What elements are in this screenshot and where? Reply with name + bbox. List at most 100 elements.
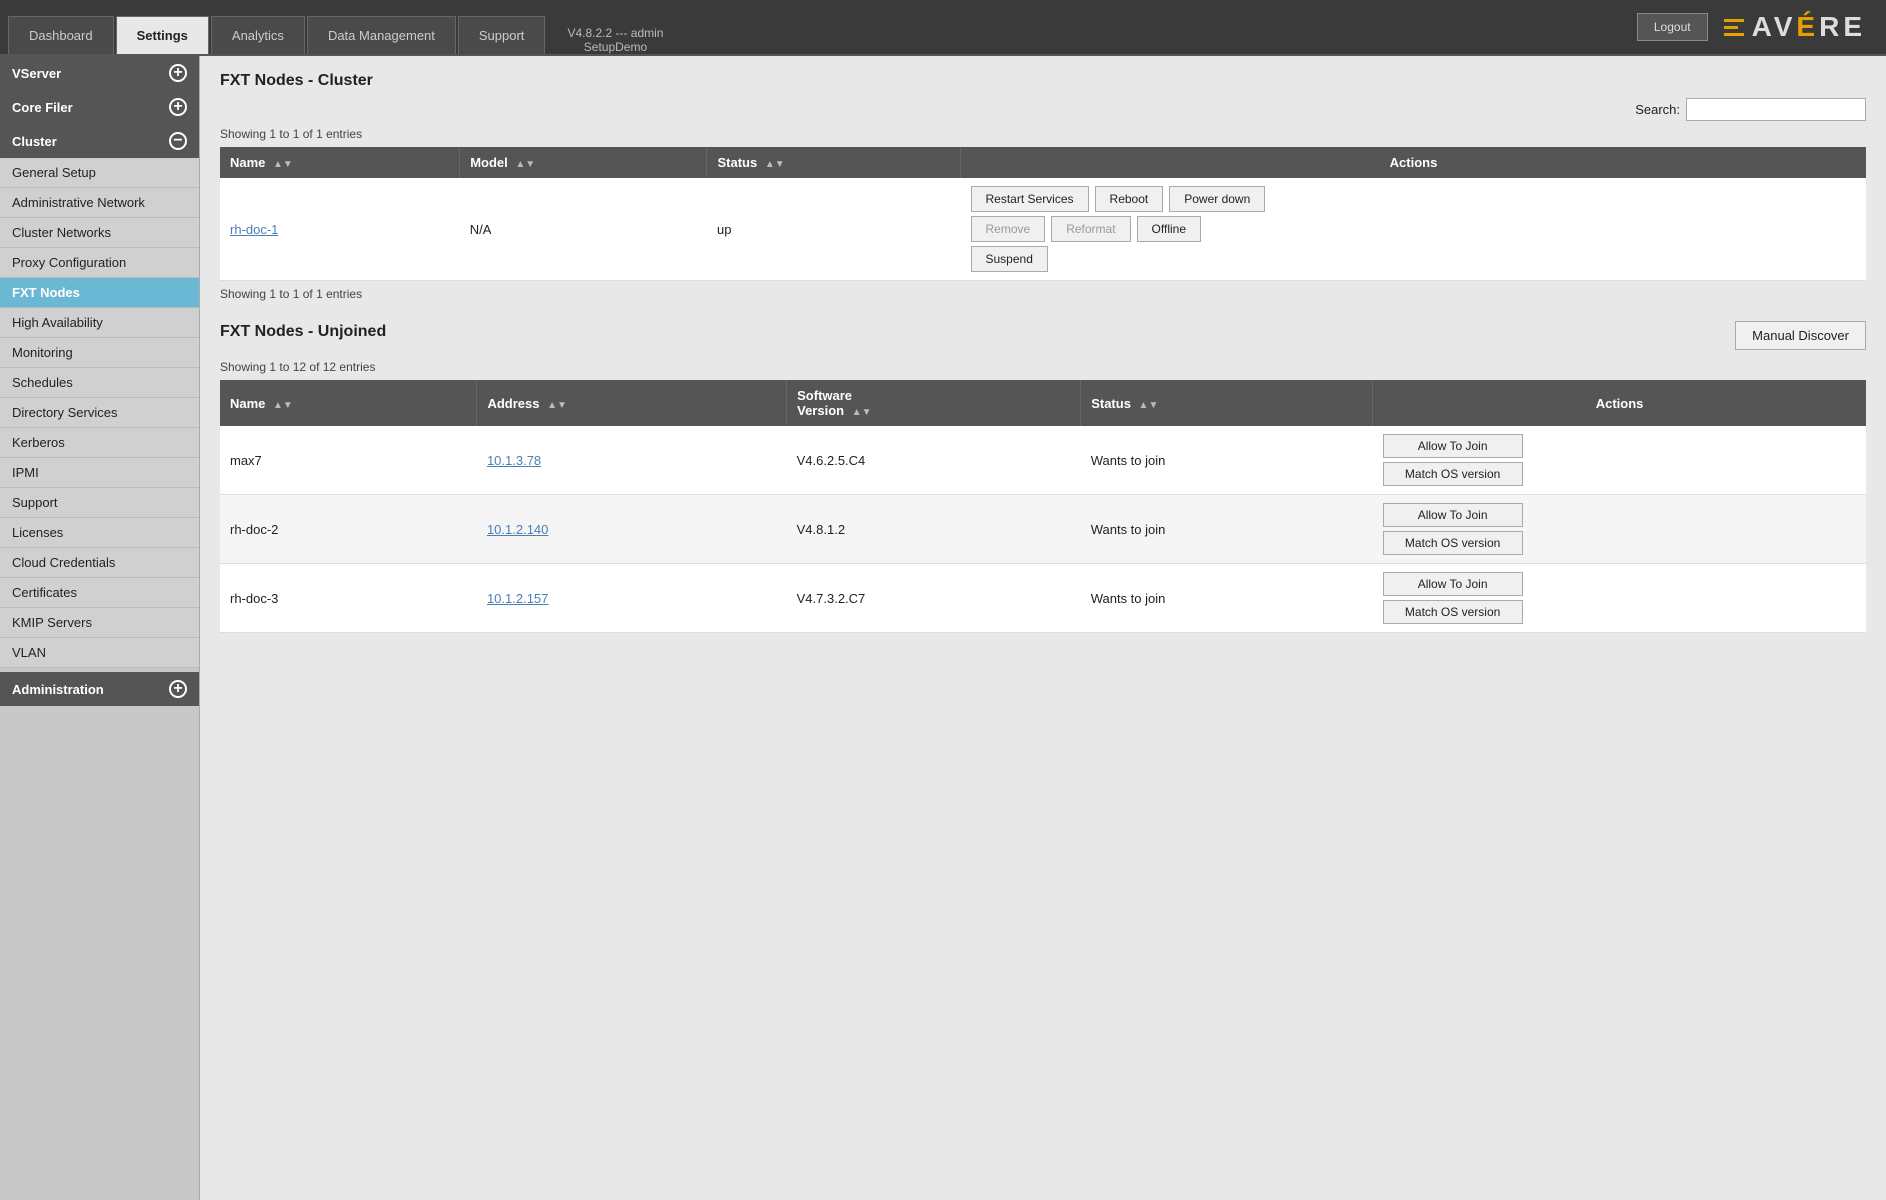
sidebar-item-fxt-nodes[interactable]: FXT Nodes xyxy=(0,278,199,308)
cluster-node-actions: Restart Services Reboot Power down Remov… xyxy=(961,178,1867,281)
content-area: FXT Nodes - Cluster Search: Showing 1 to… xyxy=(200,56,1886,1200)
sidebar-section-cluster[interactable]: Cluster − xyxy=(0,124,199,158)
unjoined-address-0[interactable]: 10.1.3.78 xyxy=(477,426,787,495)
sidebar-section-core-filer[interactable]: Core Filer + xyxy=(0,90,199,124)
match-os-version-button-2[interactable]: Match OS version xyxy=(1383,600,1523,624)
sort-icon-ustatus: ▲▼ xyxy=(1139,400,1159,411)
sidebar-item-cloud-credentials[interactable]: Cloud Credentials xyxy=(0,548,199,578)
sidebar-item-high-availability[interactable]: High Availability xyxy=(0,308,199,338)
offline-button[interactable]: Offline xyxy=(1137,216,1201,242)
sidebar-item-administrative-network[interactable]: Administrative Network xyxy=(0,188,199,218)
unjoined-actions-container-2: Allow To Join Match OS version xyxy=(1383,572,1856,624)
tab-dashboard[interactable]: Dashboard xyxy=(8,16,114,54)
sort-icon-status: ▲▼ xyxy=(765,159,785,170)
match-os-version-button-0[interactable]: Match OS version xyxy=(1383,462,1523,486)
unjoined-header: FXT Nodes - Unjoined Manual Discover xyxy=(220,321,1866,350)
cluster-col-name: Name ▲▼ xyxy=(220,147,460,178)
sidebar-item-directory-services[interactable]: Directory Services xyxy=(0,398,199,428)
unjoined-section-title: FXT Nodes - Unjoined xyxy=(220,323,386,341)
manual-discover-button[interactable]: Manual Discover xyxy=(1735,321,1866,350)
sidebar-item-monitoring[interactable]: Monitoring xyxy=(0,338,199,368)
unjoined-actions-0: Allow To Join Match OS version xyxy=(1373,426,1866,495)
restart-services-button[interactable]: Restart Services xyxy=(971,186,1089,212)
logout-button[interactable]: Logout xyxy=(1637,13,1708,41)
sidebar-item-licenses[interactable]: Licenses xyxy=(0,518,199,548)
unjoined-address-link-2[interactable]: 10.1.2.157 xyxy=(487,591,548,606)
table-row: rh-doc-3 10.1.2.157 V4.7.3.2.C7 Wants to… xyxy=(220,564,1866,633)
sort-icon-name: ▲▼ xyxy=(273,159,293,170)
unjoined-status-0: Wants to join xyxy=(1081,426,1373,495)
sidebar-item-proxy-configuration[interactable]: Proxy Configuration xyxy=(0,248,199,278)
sidebar-item-schedules[interactable]: Schedules xyxy=(0,368,199,398)
unjoined-status-2: Wants to join xyxy=(1081,564,1373,633)
cluster-actions-row-3: Suspend xyxy=(971,246,1857,272)
setup-text: SetupDemo xyxy=(567,40,663,54)
tab-settings[interactable]: Settings xyxy=(116,16,209,54)
sidebar-section-administration[interactable]: Administration + xyxy=(0,672,199,706)
logo-highlight: É xyxy=(1796,11,1819,43)
sidebar-section-vserver-icon: + xyxy=(169,64,187,82)
unjoined-col-status: Status ▲▼ xyxy=(1081,380,1373,426)
allow-to-join-button-0[interactable]: Allow To Join xyxy=(1383,434,1523,458)
unjoined-address-link-0[interactable]: 10.1.3.78 xyxy=(487,453,541,468)
remove-button[interactable]: Remove xyxy=(971,216,1046,242)
logo-line-2 xyxy=(1724,26,1738,29)
sort-icon-uname: ▲▼ xyxy=(273,400,293,411)
sidebar-item-support[interactable]: Support xyxy=(0,488,199,518)
allow-to-join-button-2[interactable]: Allow To Join xyxy=(1383,572,1523,596)
tab-support[interactable]: Support xyxy=(458,16,546,54)
reboot-button[interactable]: Reboot xyxy=(1095,186,1164,212)
sort-icon-model: ▲▼ xyxy=(515,159,535,170)
sidebar-item-kmip-servers[interactable]: KMIP Servers xyxy=(0,608,199,638)
tab-analytics[interactable]: Analytics xyxy=(211,16,305,54)
unjoined-status-1: Wants to join xyxy=(1081,495,1373,564)
cluster-section-title: FXT Nodes - Cluster xyxy=(220,72,1866,90)
cluster-col-model: Model ▲▼ xyxy=(460,147,707,178)
search-input[interactable] xyxy=(1686,98,1866,121)
sidebar-section-administration-label: Administration xyxy=(12,682,104,697)
match-os-version-button-1[interactable]: Match OS version xyxy=(1383,531,1523,555)
logo-lines-icon xyxy=(1724,19,1744,36)
unjoined-table: Name ▲▼ Address ▲▼ SoftwareVersion ▲▼ St… xyxy=(220,380,1866,633)
logo-line-3 xyxy=(1724,33,1744,36)
unjoined-col-name: Name ▲▼ xyxy=(220,380,477,426)
cluster-showing-top: Showing 1 to 1 of 1 entries xyxy=(220,127,1866,141)
reformat-button[interactable]: Reformat xyxy=(1051,216,1130,242)
sidebar-item-general-setup[interactable]: General Setup xyxy=(0,158,199,188)
unjoined-name-2: rh-doc-3 xyxy=(220,564,477,633)
sidebar-item-certificates[interactable]: Certificates xyxy=(0,578,199,608)
logo: AVÉRE xyxy=(1724,11,1886,43)
unjoined-address-link-1[interactable]: 10.1.2.140 xyxy=(487,522,548,537)
unjoined-address-1[interactable]: 10.1.2.140 xyxy=(477,495,787,564)
main-layout: VServer + Core Filer + Cluster − General… xyxy=(0,56,1886,1200)
unjoined-col-software: SoftwareVersion ▲▼ xyxy=(787,380,1081,426)
sidebar-section-core-filer-icon: + xyxy=(169,98,187,116)
sidebar-section-vserver[interactable]: VServer + xyxy=(0,56,199,90)
search-label: Search: xyxy=(1635,102,1680,117)
sidebar-item-kerberos[interactable]: Kerberos xyxy=(0,428,199,458)
unjoined-col-actions: Actions xyxy=(1373,380,1866,426)
allow-to-join-button-1[interactable]: Allow To Join xyxy=(1383,503,1523,527)
sidebar-item-ipmi[interactable]: IPMI xyxy=(0,458,199,488)
unjoined-name-1: rh-doc-2 xyxy=(220,495,477,564)
unjoined-address-2[interactable]: 10.1.2.157 xyxy=(477,564,787,633)
sidebar-item-vlan[interactable]: VLAN xyxy=(0,638,199,668)
unjoined-version-2: V4.7.3.2.C7 xyxy=(787,564,1081,633)
cluster-actions-row-1: Restart Services Reboot Power down xyxy=(971,186,1857,212)
table-row: rh-doc-2 10.1.2.140 V4.8.1.2 Wants to jo… xyxy=(220,495,1866,564)
cluster-node-name-link[interactable]: rh-doc-1 xyxy=(230,222,278,237)
tab-data-management[interactable]: Data Management xyxy=(307,16,456,54)
cluster-node-status: up xyxy=(707,178,961,281)
cluster-node-model: N/A xyxy=(460,178,707,281)
sort-icon-uversion: ▲▼ xyxy=(852,407,872,418)
table-row: rh-doc-1 N/A up Restart Services Reboot … xyxy=(220,178,1866,281)
version-info: V4.8.2.2 --- admin SetupDemo xyxy=(547,26,683,54)
power-down-button[interactable]: Power down xyxy=(1169,186,1265,212)
top-bar: Dashboard Settings Analytics Data Manage… xyxy=(0,0,1886,56)
unjoined-version-0: V4.6.2.5.C4 xyxy=(787,426,1081,495)
suspend-button[interactable]: Suspend xyxy=(971,246,1048,272)
sidebar-section-administration-icon: + xyxy=(169,680,187,698)
sidebar-section-vserver-label: VServer xyxy=(12,66,61,81)
top-tabs: Dashboard Settings Analytics Data Manage… xyxy=(0,0,1637,54)
sidebar-item-cluster-networks[interactable]: Cluster Networks xyxy=(0,218,199,248)
